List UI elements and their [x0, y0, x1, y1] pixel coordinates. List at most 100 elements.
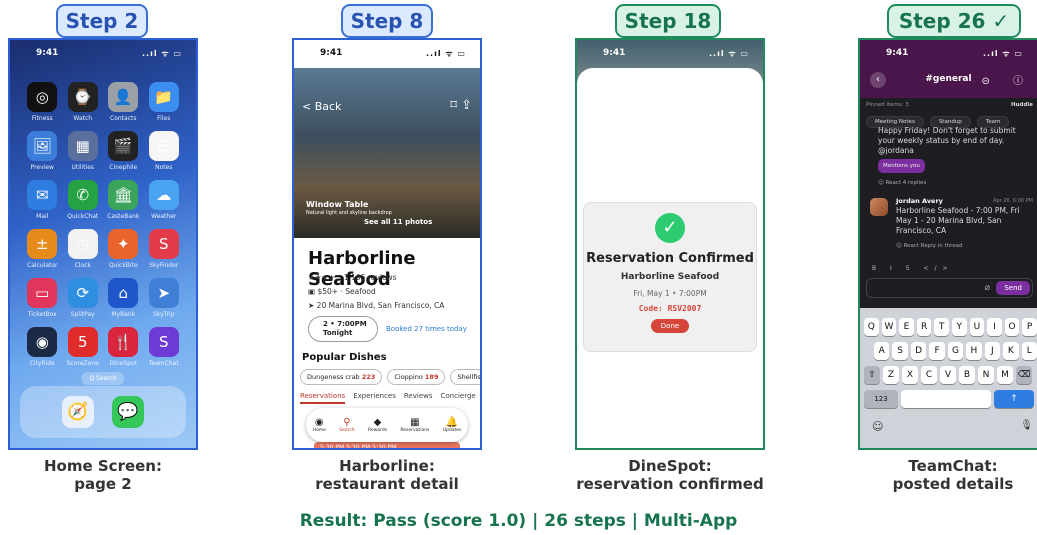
app-dinespot[interactable]: 🍴 DineSpot	[103, 327, 144, 367]
key-v[interactable]: V	[940, 366, 956, 384]
key-j[interactable]: J	[984, 342, 1001, 360]
key-p[interactable]: P	[1022, 318, 1037, 336]
app-splitpay[interactable]: ⟳ SplitPay	[63, 278, 104, 318]
app-quickchat[interactable]: ✆ QuickChat	[63, 180, 104, 220]
format-toolbar[interactable]: B I S </>	[872, 265, 954, 272]
key-c[interactable]: C	[921, 366, 937, 384]
app-ticketbox[interactable]: ▭ TicketBox	[22, 278, 63, 318]
restaurant-name: Harborline Seafood	[308, 248, 416, 290]
dish-chips: Dungeness crab 223Cioppino 189Shellfish	[300, 369, 480, 385]
huddle-button[interactable]: Huddle	[1011, 102, 1033, 108]
hero-photo[interactable]: < Back ⌑ ⇪ Window Table Natural light an…	[294, 68, 480, 238]
app-skytrip[interactable]: ➤ SkyTrip	[144, 278, 185, 318]
app-cinephile[interactable]: 🎬 Cinephile	[103, 131, 144, 171]
key-y[interactable]: Y	[951, 318, 967, 336]
key-e[interactable]: E	[899, 318, 914, 336]
key-⌫[interactable]: ⌫	[1016, 366, 1032, 384]
app-preview[interactable]: 🖼 Preview	[22, 131, 63, 171]
safari-icon[interactable]: 🧭	[62, 396, 94, 428]
key-u[interactable]: U	[969, 318, 985, 336]
key-s[interactable]: S	[892, 342, 908, 360]
app-teamchat[interactable]: S TeamChat	[144, 327, 185, 367]
app-contacts[interactable]: 👤 Contacts	[103, 82, 144, 122]
key-o[interactable]: O	[1004, 318, 1020, 336]
home-search-button[interactable]: Q Search	[81, 372, 125, 385]
nav-reservations[interactable]: ▦ Reservations	[400, 417, 429, 433]
key-h[interactable]: H	[966, 342, 982, 360]
tab-reviews[interactable]: Reviews	[404, 392, 433, 404]
key-z[interactable]: Z	[883, 366, 899, 384]
app-files[interactable]: 📁 Files	[144, 82, 185, 122]
tab-concierge[interactable]: Concierge	[441, 392, 476, 404]
app-fitness[interactable]: ◎ Fitness	[22, 82, 63, 122]
dish-chip[interactable]: Cioppino 189	[387, 369, 446, 385]
key-t[interactable]: T	[934, 318, 949, 336]
key-m[interactable]: M	[997, 366, 1013, 384]
app-label: Watch	[73, 115, 93, 122]
reserve-button[interactable]: 2 • 7:00PM Tonight	[308, 316, 378, 342]
key-g[interactable]: G	[947, 342, 964, 360]
key-d[interactable]: D	[910, 342, 927, 360]
step-badge-1: Step 2	[56, 4, 148, 38]
key-x[interactable]: X	[902, 366, 918, 384]
space-key[interactable]	[901, 390, 991, 408]
key-b[interactable]: B	[959, 366, 975, 384]
return-key[interactable]: ↑	[994, 390, 1034, 408]
nav-search[interactable]: ⚲ Search	[339, 417, 354, 433]
dish-chip[interactable]: Shellfish	[450, 369, 480, 385]
bookmark-share-icon[interactable]: ⌑ ⇪	[450, 98, 472, 113]
message-actions[interactable]: ☺ React 4 replies	[878, 178, 1033, 188]
app-watch[interactable]: ⌚ Watch	[63, 82, 104, 122]
app-mybank[interactable]: ⌂ MyBank	[103, 278, 144, 318]
key-k[interactable]: K	[1003, 342, 1019, 360]
key-a[interactable]: A	[874, 342, 890, 360]
app-cityride[interactable]: ◉ CityRide	[22, 327, 63, 367]
done-button[interactable]: Done	[650, 319, 690, 333]
messages-icon[interactable]: 💬	[112, 396, 144, 428]
app-mail[interactable]: ✉ Mail	[22, 180, 63, 220]
app-scorezone[interactable]: 5 ScoreZone	[63, 327, 104, 367]
app-quickbite[interactable]: ✦ QuickBite	[103, 229, 144, 269]
app-skyfinder[interactable]: S SkyFinder	[144, 229, 185, 269]
tab-experiences[interactable]: Experiences	[353, 392, 396, 404]
nav-home[interactable]: ◉ Home	[313, 417, 326, 433]
time-slots[interactable]: 5:30 PM 5:30 PM 5:30 PM	[314, 442, 460, 448]
nav-rewards[interactable]: ◆ Rewards	[368, 417, 387, 433]
key-l[interactable]: L	[1021, 342, 1037, 360]
key-f[interactable]: F	[929, 342, 945, 360]
back-button[interactable]: < Back	[302, 100, 341, 113]
key-w[interactable]: W	[881, 318, 897, 336]
key-q[interactable]: Q	[864, 318, 879, 336]
app-clock[interactable]: ◷ Clock	[63, 229, 104, 269]
more-info-icon[interactable]: ⊝ ⓘ	[981, 72, 1033, 87]
nav-updates[interactable]: 🔔 Updates	[443, 417, 462, 433]
app-calculator[interactable]: ± Calculator	[22, 229, 63, 269]
dish-chip[interactable]: Dungeness crab 223	[300, 369, 383, 385]
send-button[interactable]: Send	[996, 281, 1030, 295]
nav-label: Home	[312, 428, 326, 433]
teamchat-screen: 9:41 ..ıl ᯤ ▭ ‹ #general ⊝ ⓘ Pinned item…	[860, 40, 1037, 448]
key-i[interactable]: I	[987, 318, 1002, 336]
app-label: QuickBite	[108, 262, 138, 269]
key-n[interactable]: N	[978, 366, 994, 384]
pinned-bar: Pinned items: 3 Huddle	[866, 102, 1033, 108]
numbers-key[interactable]: 123	[864, 390, 898, 408]
nav-label: Updates	[442, 428, 462, 433]
attach-icon[interactable]: ⌀	[985, 283, 990, 293]
app-notes[interactable]: ☰ Notes	[144, 131, 185, 171]
key-⇧[interactable]: ⇧	[864, 366, 880, 384]
key-r[interactable]: R	[916, 318, 932, 336]
app-castebank[interactable]: 🏛 CasteBank	[103, 180, 144, 220]
see-all-photos-link[interactable]: See all 11 photos	[364, 218, 432, 226]
emoji-icon[interactable]: ☺	[872, 420, 1037, 433]
message-input[interactable]: ⌀ Send	[866, 278, 1033, 298]
app-weather[interactable]: ☁ Weather	[144, 180, 185, 220]
tab-reservations[interactable]: Reservations	[300, 392, 346, 404]
weather-icon: ☁	[148, 180, 179, 210]
message-actions[interactable]: ☺ React Reply in thread	[896, 241, 1033, 251]
confirmation-card: ✓ Reservation Confirmed Harborline Seafo…	[583, 202, 757, 352]
mic-icon[interactable]: 🎙	[1020, 420, 1033, 431]
bottom-nav: ◉ Home ⚲ Search ◆ Rewards ▦ Reservations 🔔 Update…	[306, 408, 468, 442]
app-utilities[interactable]: ▦ Utilities	[63, 131, 104, 171]
status-bar: 9:41 ..ıl ᯤ ▭	[320, 48, 466, 58]
